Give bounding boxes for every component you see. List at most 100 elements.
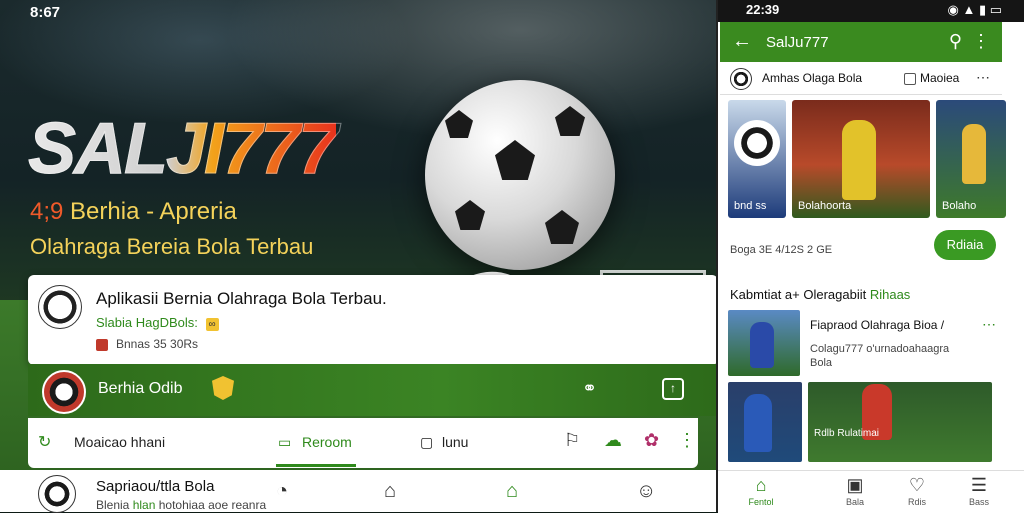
cloud-icon[interactable]: ☁ <box>604 430 622 451</box>
list-item-caption: Rdlb Rulatimai <box>814 428 880 439</box>
phone-section-header: Amhas Olaga Bola Maoiea ⋯ <box>720 62 1002 95</box>
back-arrow-icon[interactable]: ← <box>732 30 752 53</box>
search-icon[interactable]: ⚲ <box>949 31 962 52</box>
app-card[interactable]: Aplikasii Bernia Olahraga Bola Terbau. S… <box>28 275 718 365</box>
list-heading-highlight: Rihaas <box>869 287 911 302</box>
nav-label: Bala <box>845 497 864 507</box>
bottom-subtitle-b: hotohiaa aoe reanra <box>158 498 267 512</box>
phone-status-time: 22:39 <box>746 2 780 17</box>
phone-app-bar: ← SalJu777 ⚲ ⋮ <box>720 22 1002 62</box>
file-icon[interactable]: ▢ <box>420 434 433 451</box>
more-vertical-icon[interactable]: ⋮ <box>972 31 990 52</box>
home-icon: ⌂ <box>755 475 767 495</box>
app-card-meta: Bnnas 35 30Rs <box>96 337 198 351</box>
list-item-image <box>728 382 802 462</box>
app-logo: SALJI777 <box>27 109 338 190</box>
list-item[interactable]: Fiapraod Olahraga Bioa / Colagu777 o'urn… <box>728 310 1002 376</box>
search-icon[interactable]: ↻ <box>38 432 51 452</box>
tagline-number: 4;9 <box>30 198 64 225</box>
phone-mockup: 22:39 ◉ ▲ ▮ ▭ ← SalJu777 ⚲ ⋮ Amhas Olaga… <box>716 0 1024 513</box>
nav-menu[interactable]: ☰ Bass <box>944 475 1014 507</box>
ball-panel <box>495 140 535 180</box>
nav-home[interactable]: ⌂ Fentol <box>726 475 796 507</box>
nav-favorites[interactable]: ♡ Rdis <box>882 475 952 507</box>
player-image <box>750 322 774 368</box>
phone-bottom-nav: ⌂ Fentol ▣ Bala ♡ Rdis ☰ Bass <box>718 470 1024 513</box>
bottom-bar: Sapriaou/ttla Bola Blenia hlan hotohiaa … <box>0 470 716 513</box>
toolbar: ↻ Moaicao hhani ▭ Reroom ▢ lunu ⚐ ☁ ✿ ⋮ <box>28 418 698 468</box>
ball-panel <box>555 106 585 136</box>
list-item-image <box>728 310 800 376</box>
badge-icon: ∞ <box>205 318 219 331</box>
link-icon[interactable]: ⚭ <box>582 378 597 399</box>
chat-icon[interactable]: ▭ <box>278 434 291 451</box>
nav-games[interactable]: ▣ Bala <box>820 475 890 507</box>
app-meta: Boga 3E 4/12S 2 GE <box>730 244 833 256</box>
signal-battery-icon: ◉ ▲ ▮ ▭ <box>947 2 1002 17</box>
bottom-title: Sapriaou/ttla Bola <box>96 478 215 495</box>
section-checkbox[interactable]: Maoiea <box>904 71 959 85</box>
home-icon[interactable]: ⌂ <box>506 480 518 503</box>
gear-icon[interactable]: ✿ <box>644 430 659 451</box>
app-card-subtitle: Slabia HagDBols: ∞ <box>96 315 219 331</box>
gamepad-icon: ▣ <box>846 475 864 495</box>
profile-bar[interactable]: Berhia Odib ⚭ ↑ <box>28 364 718 416</box>
chat-bubble-icon[interactable]: ◔ <box>276 480 288 503</box>
active-tab-indicator <box>276 464 356 467</box>
avatar <box>42 370 86 414</box>
phone-status-bar: 22:39 ◉ ▲ ▮ ▭ <box>718 0 1024 22</box>
list-item[interactable]: Rdlb Rulatimai <box>728 382 1006 462</box>
menu-icon: ☰ <box>970 475 988 495</box>
soccer-ball-image <box>425 80 615 270</box>
app-icon <box>38 285 82 329</box>
install-button[interactable]: Rdiaia <box>934 230 996 260</box>
screenshot-carousel[interactable]: bnd ss Bolahoorta Bolaho <box>728 100 1006 218</box>
status-time: 8:67 <box>30 4 61 21</box>
screenshot-thumb[interactable]: Bolahoorta <box>792 100 930 218</box>
toolbar-item-2[interactable]: Reroom <box>302 434 352 450</box>
ball-panel <box>455 200 485 230</box>
phone-app-title: SalJu777 <box>766 34 829 51</box>
app-card-subtitle-text: Slabia HagDBols: <box>96 315 198 330</box>
ball-image <box>734 120 780 166</box>
bottom-subtitle-a: Blenia <box>96 498 130 512</box>
more-horizontal-icon[interactable]: ⋯ <box>982 316 996 333</box>
app-card-title: Aplikasii Bernia Olahraga Bola Terbau. <box>96 289 387 308</box>
list-heading: Kabmtiat a+ Oleragabiit Rihaas <box>730 287 910 302</box>
thumb-caption: bnd ss <box>734 200 767 212</box>
toolbar-item-3[interactable]: lunu <box>442 434 468 450</box>
shield-icon <box>212 376 234 400</box>
app-card-meta-text: Bnnas 35 30Rs <box>116 337 199 351</box>
more-horizontal-icon[interactable]: ⋯ <box>976 69 990 86</box>
bottom-subtitle-highlight: hlan <box>132 498 156 512</box>
app-icon-small <box>38 475 76 513</box>
tagline-1: 4;9 Berhia - Apreria <box>30 198 237 226</box>
ball-panel <box>545 210 579 244</box>
screenshot-thumb[interactable]: bnd ss <box>728 100 786 218</box>
more-vertical-icon[interactable]: ⋮ <box>678 430 696 451</box>
player-image <box>842 120 876 200</box>
toolbar-item-1[interactable]: Moaicao hhani <box>74 434 165 450</box>
share-icon[interactable]: ↑ <box>662 378 684 400</box>
flag-icon[interactable]: ⚐ <box>564 430 580 451</box>
heart-icon: ♡ <box>908 475 926 495</box>
bottom-subtitle: Blenia hlan hotohiaa aoe reanra <box>96 498 266 512</box>
thumb-caption: Bolaho <box>942 200 977 212</box>
player-image <box>962 124 986 184</box>
profile-label: Berhia Odib <box>98 380 183 397</box>
bag-icon[interactable]: ⌂ <box>384 480 396 503</box>
user-icon[interactable]: ☺ <box>636 480 656 503</box>
list-item-subtitle: Colagu777 o'urnadoahaagra Bola <box>810 343 950 369</box>
nav-label: Fentol <box>748 497 774 507</box>
ball-icon <box>730 68 752 90</box>
screenshot-thumb[interactable]: Bolaho <box>936 100 1006 218</box>
ball-panel <box>445 110 473 138</box>
nav-label: Rdis <box>907 497 926 507</box>
tagline-text: Berhia - Apreria <box>70 198 237 225</box>
player-image <box>744 394 772 452</box>
list-item-image: Rdlb Rulatimai <box>808 382 992 462</box>
section-label: Amhas Olaga Bola <box>762 71 863 85</box>
tagline-2: Olahraga Bereia Bola Terbau <box>30 234 314 259</box>
list-heading-text: Kabmtiat a+ Oleragabiit <box>730 287 867 302</box>
thumb-caption: Bolahoorta <box>798 200 852 212</box>
